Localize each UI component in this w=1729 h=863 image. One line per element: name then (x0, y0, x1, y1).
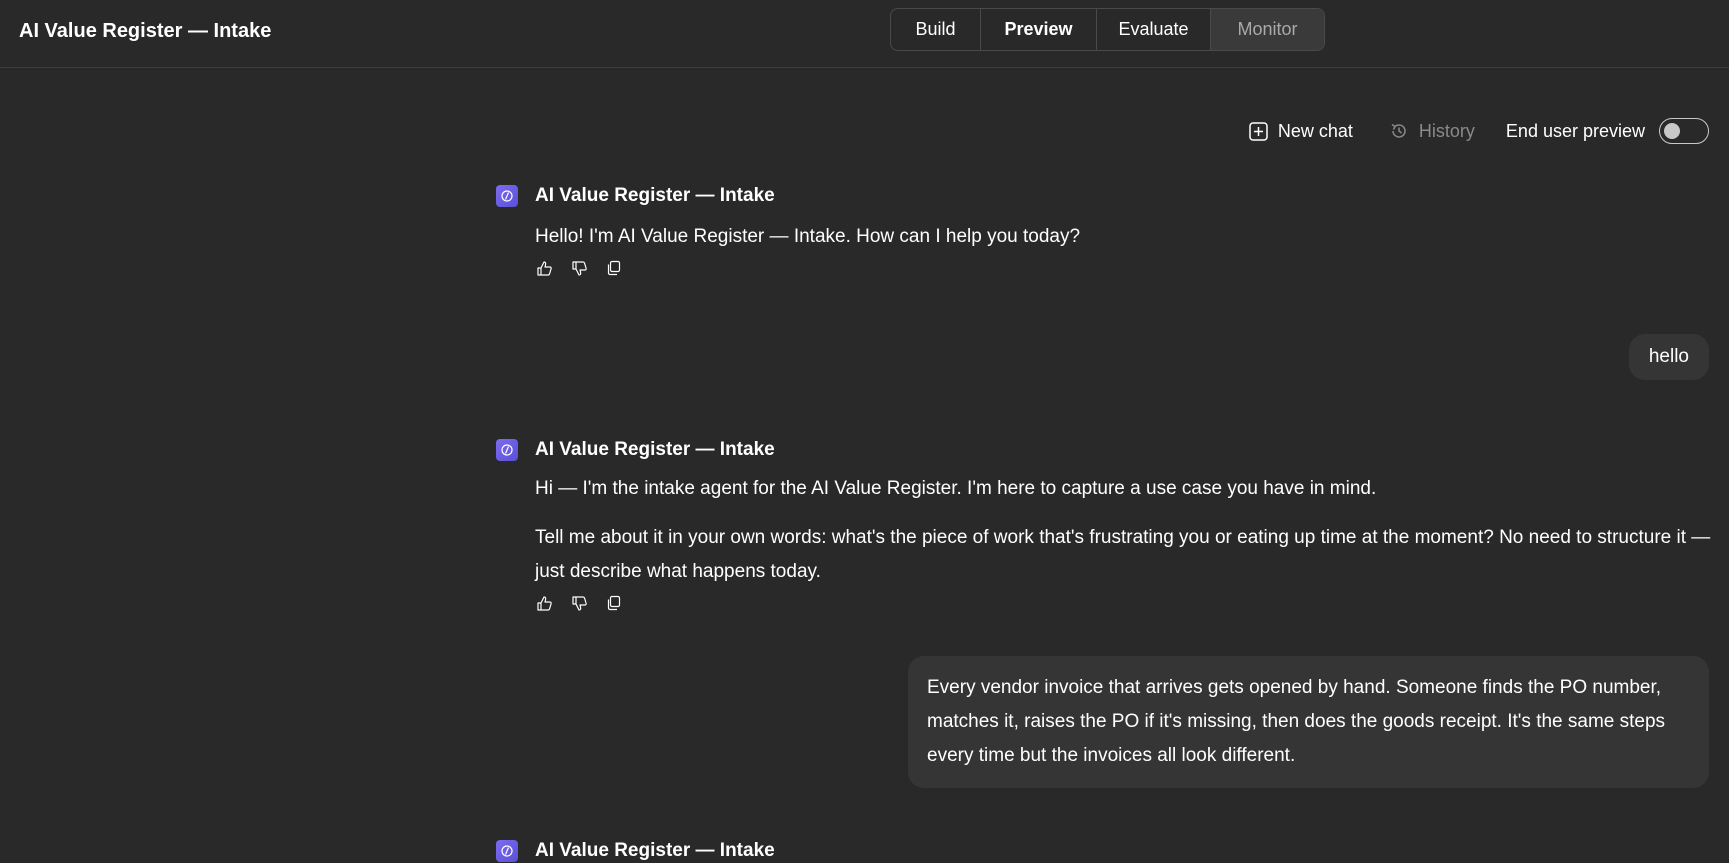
tab-evaluate[interactable]: Evaluate (1097, 9, 1211, 50)
bot-message-header: AI Value Register — Intake (496, 184, 1711, 208)
user-message-text: hello (1648, 346, 1689, 367)
thumbs-up-icon[interactable] (535, 259, 553, 277)
toggle-knob (1664, 123, 1680, 139)
message-actions (535, 258, 1711, 278)
user-message-text: Every vendor invoice that arrives gets o… (927, 677, 1666, 766)
end-user-preview-label: End user preview (1505, 120, 1645, 141)
bot-name: AI Value Register — Intake (535, 185, 775, 206)
bot-message: AI Value Register — Intake Hi — I'm the … (496, 438, 1711, 613)
thumbs-down-icon[interactable] (570, 594, 588, 612)
tab-build[interactable]: Build (891, 9, 981, 50)
history-button[interactable]: History (1389, 121, 1475, 142)
new-chat-button[interactable]: New chat (1249, 121, 1353, 142)
top-bar: AI Value Register — Intake Build Preview… (0, 0, 1729, 68)
end-user-preview-toggle[interactable] (1659, 118, 1709, 144)
tab-monitor[interactable]: Monitor (1211, 9, 1324, 50)
app-title: AI Value Register — Intake (19, 20, 272, 42)
plus-square-icon (1249, 121, 1268, 141)
user-message-bubble: Every vendor invoice that arrives gets o… (908, 656, 1709, 788)
agent-avatar-icon (496, 439, 518, 461)
bot-message-text: Hi — I'm the intake agent for the AI Val… (535, 472, 1715, 589)
bot-message-text: Hello! I'm AI Value Register — Intake. H… (535, 220, 1711, 254)
bot-message: AI Value Register — Intake Hello! I'm AI… (496, 184, 1711, 278)
history-label: History (1418, 120, 1475, 141)
copy-icon[interactable] (605, 259, 623, 277)
copy-icon[interactable] (605, 594, 623, 612)
message-paragraph: Hi — I'm the intake agent for the AI Val… (535, 478, 1377, 499)
mode-tabs: Build Preview Evaluate Monitor (890, 8, 1325, 51)
new-chat-label: New chat (1277, 120, 1353, 141)
bot-message-header: AI Value Register — Intake (496, 839, 1711, 863)
bot-message: AI Value Register — Intake (496, 839, 1711, 863)
history-icon (1391, 123, 1406, 138)
message-actions (535, 593, 1711, 613)
user-message-bubble: hello (1628, 334, 1709, 380)
message-paragraph: Hello! I'm AI Value Register — Intake. H… (535, 226, 1081, 247)
tab-preview[interactable]: Preview (981, 9, 1097, 50)
bot-name: AI Value Register — Intake (535, 439, 775, 460)
message-paragraph: Tell me about it in your own words: what… (535, 527, 1711, 582)
agent-avatar-icon (496, 185, 518, 207)
bot-message-header: AI Value Register — Intake (496, 438, 1711, 462)
thumbs-up-icon[interactable] (535, 594, 553, 612)
chat-toolbar: New chat History End user preview (1249, 117, 1709, 145)
thumbs-down-icon[interactable] (570, 259, 588, 277)
